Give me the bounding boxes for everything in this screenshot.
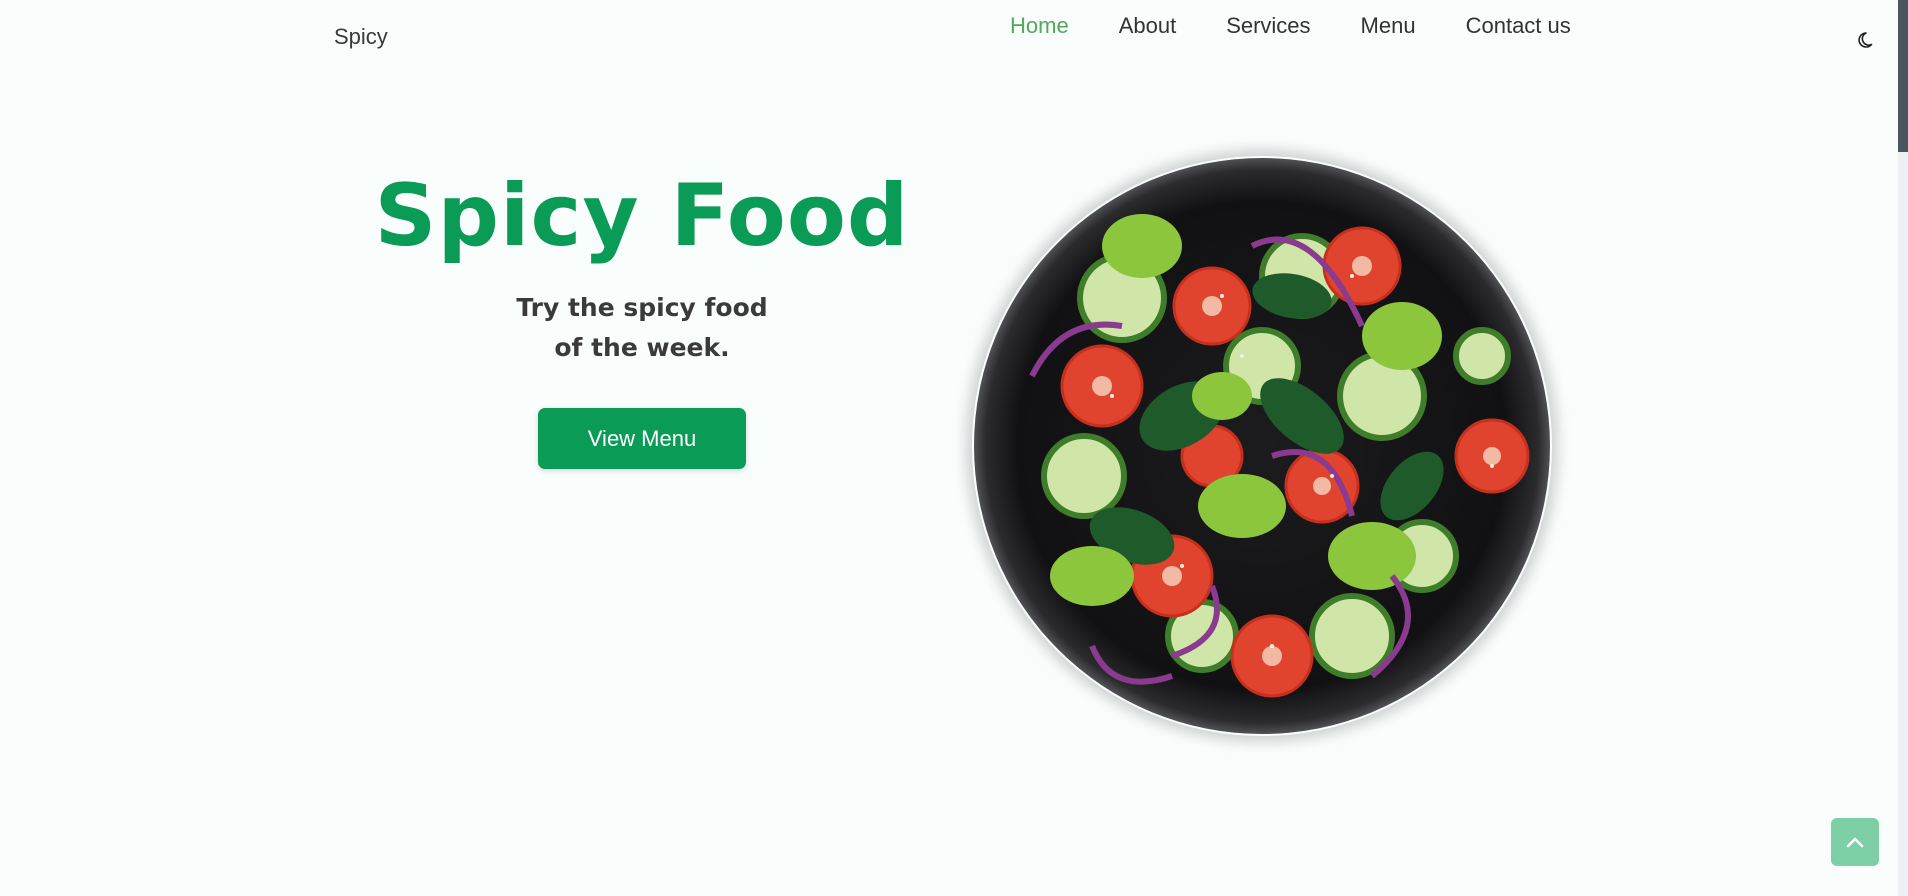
scroll-to-top-button[interactable] [1831, 818, 1879, 866]
nav-item-services[interactable]: Services [1226, 13, 1310, 39]
brand-logo[interactable]: Spicy [334, 24, 388, 50]
scrollbar-thumb[interactable] [1898, 0, 1908, 152]
salad-plate-image [972, 156, 1552, 736]
nav-item-menu[interactable]: Menu [1361, 13, 1416, 39]
page: Spicy Home About Services Menu Contact u… [0, 0, 1908, 896]
moon-icon[interactable] [1858, 30, 1878, 50]
nav-item-contact[interactable]: Contact us [1466, 13, 1571, 39]
nav-item-about[interactable]: About [1119, 13, 1177, 39]
nav-item-home[interactable]: Home [1010, 13, 1069, 39]
view-menu-button[interactable]: View Menu [538, 408, 746, 469]
hero-subtitle: Try the spicy food of the week. [516, 293, 768, 362]
main-nav: Home About Services Menu Contact us [1010, 13, 1571, 39]
chevron-up-icon [1846, 837, 1864, 848]
page-scrollbar[interactable] [1898, 0, 1908, 896]
